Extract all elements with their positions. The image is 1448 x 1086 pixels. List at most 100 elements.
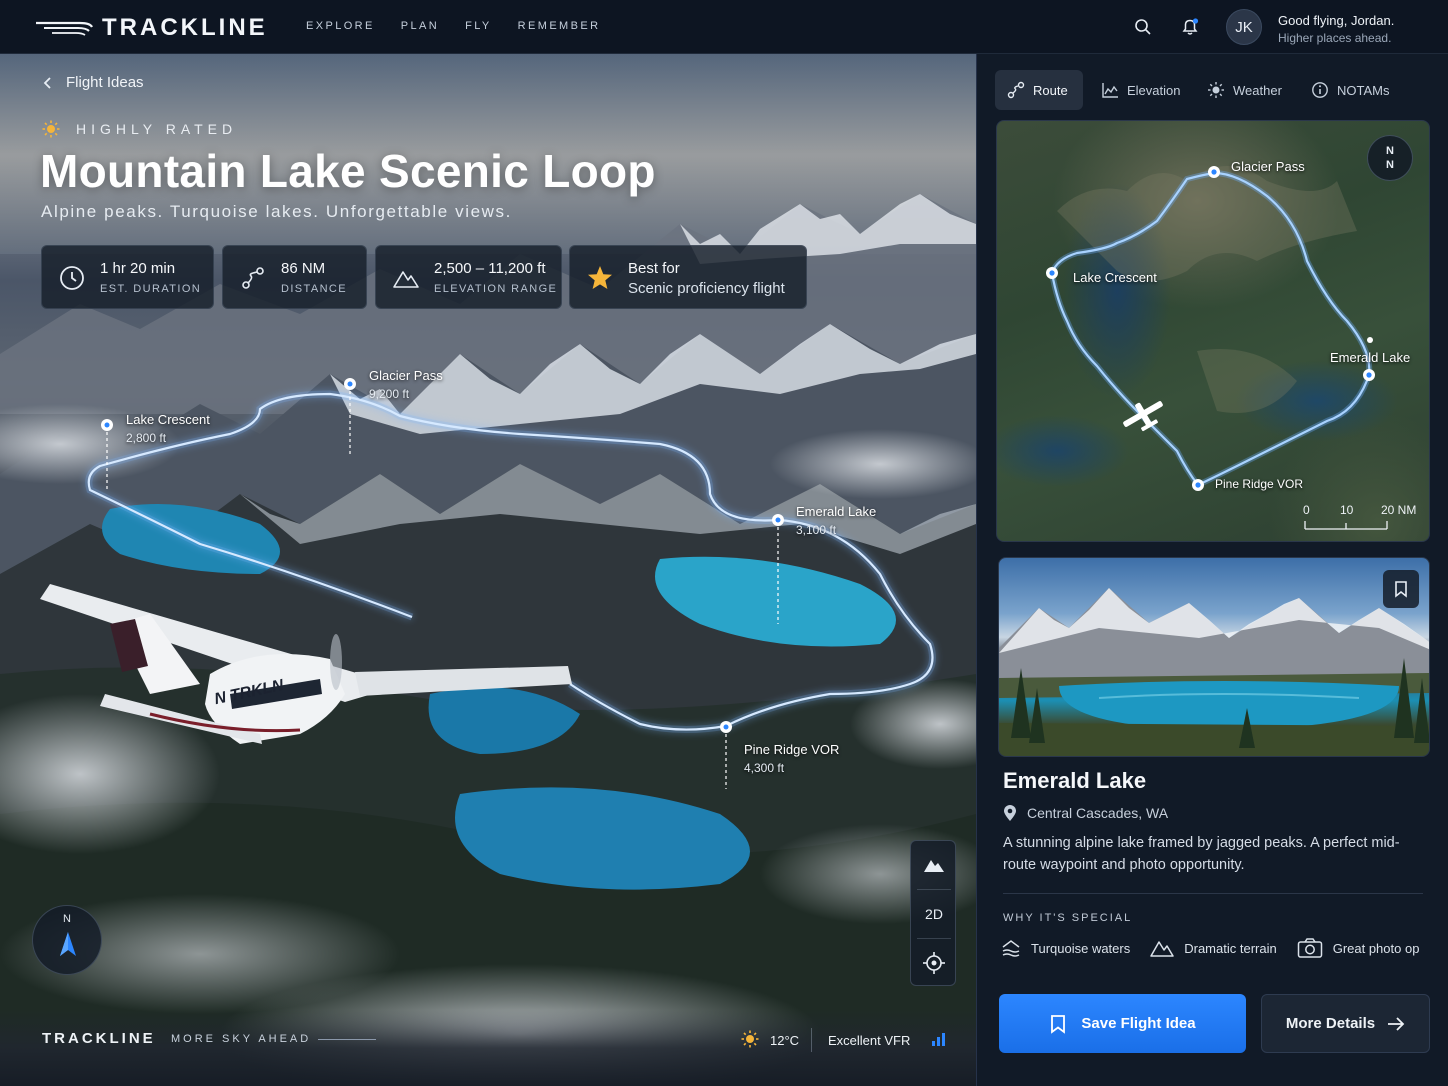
search-icon: [1135, 19, 1151, 35]
minimap-route: [1046, 166, 1388, 530]
signal-bars-icon: [932, 1033, 945, 1046]
tab-weather[interactable]: Weather: [1195, 70, 1299, 110]
waypoint-name: Emerald Lake: [796, 504, 877, 519]
page-title: Mountain Lake Scenic Loop: [40, 145, 656, 197]
rating-badge: HIGHLY RATED: [42, 120, 237, 138]
back-link[interactable]: Flight Ideas: [42, 74, 144, 91]
hero-footer: TRACKLINE MORE SKY AHEAD 12°C Excellent …: [0, 1010, 976, 1086]
nav-explore[interactable]: EXPLORE: [306, 20, 375, 32]
route-icon: [242, 267, 264, 289]
stat-elevation: 2,500 – 11,200 ft ELEVATION RANGE: [375, 245, 562, 309]
greeting-text: Good flying, Jordan.: [1278, 13, 1395, 28]
section-divider: [1003, 893, 1423, 894]
waypoint-altitude: 2,800 ft: [126, 431, 167, 445]
notifications-button[interactable]: [1177, 14, 1203, 40]
terrain-icon: [924, 860, 944, 872]
flight-conditions: Excellent VFR: [828, 1033, 911, 1048]
footer-brand: TRACKLINE: [42, 1030, 156, 1047]
stat-value: Best for: [628, 260, 680, 277]
page-subtitle: Alpine peaks. Turquoise lakes. Unforgett…: [41, 202, 512, 221]
tab-elevation[interactable]: Elevation: [1089, 70, 1195, 110]
stat-label: DISTANCE: [281, 283, 348, 295]
footer-divider: [811, 1028, 812, 1052]
nav-fly[interactable]: FLY: [465, 20, 492, 32]
waypoint-lake-crescent[interactable]: Lake Crescent 2,800 ft: [126, 411, 210, 447]
location-photo[interactable]: [998, 557, 1430, 757]
tab-notams[interactable]: NOTAMs: [1299, 70, 1403, 110]
location-description: A stunning alpine lake framed by jagged …: [1003, 835, 1400, 873]
greeting-subtext: Higher places ahead.: [1278, 31, 1392, 45]
main-nav: EXPLORE PLAN FLY REMEMBER: [306, 20, 600, 32]
bell-icon: [1182, 18, 1199, 35]
star-icon: [588, 266, 612, 289]
bookmark-icon: [1051, 1014, 1066, 1034]
brand-logo[interactable]: TRACKLINE: [34, 14, 268, 42]
footer-tagline: MORE SKY AHEAD: [171, 1033, 312, 1045]
minimap-label-emerald-lake: Emerald Lake: [1330, 350, 1411, 365]
waypoint-name: Glacier Pass: [369, 368, 443, 383]
location-title: Emerald Lake: [1003, 768, 1147, 793]
scale-tick: 20 NM: [1381, 503, 1417, 517]
panel-tabs: Route Elevation Weather NOTAMs: [995, 70, 1431, 110]
stat-duration: 1 hr 20 min EST. DURATION: [41, 245, 214, 309]
compass-north-label: N: [63, 913, 71, 925]
locate-button[interactable]: [911, 939, 957, 987]
north-label: N: [1386, 145, 1394, 157]
sun-icon: [1208, 82, 1224, 98]
locate-icon: [923, 952, 945, 974]
bookmark-photo-button[interactable]: [1383, 570, 1419, 608]
elevation-chart-icon: [1102, 83, 1118, 98]
feature-item: Turquoise waters: [1001, 937, 1130, 959]
hero-map-view[interactable]: Flight Ideas HIGHLY RATED Mountain Lake …: [0, 54, 976, 1086]
north-label: N: [1386, 159, 1394, 171]
waypoint-glacier-pass[interactable]: Glacier Pass 9,200 ft: [369, 367, 443, 403]
more-button-label: More Details: [1285, 1015, 1376, 1032]
footer-rule: [318, 1039, 376, 1040]
waves-icon: [1002, 940, 1020, 957]
info-icon: [1312, 82, 1328, 98]
feature-label: Turquoise waters: [1031, 940, 1131, 956]
top-bar: TRACKLINE EXPLORE PLAN FLY REMEMBER JK G…: [0, 0, 1448, 54]
save-button-label: Save Flight Idea: [1081, 1015, 1196, 1032]
nav-remember[interactable]: REMEMBER: [518, 20, 601, 32]
back-label: Flight Ideas: [66, 74, 144, 91]
arrow-right-icon: [1388, 1016, 1405, 1031]
mountain-icon: [1150, 941, 1174, 957]
view-2d-button[interactable]: 2D: [911, 890, 957, 938]
clock-icon: [60, 266, 84, 290]
compass[interactable]: N: [32, 905, 102, 975]
stat-distance: 86 NM DISTANCE: [222, 245, 367, 309]
greeting: Good flying, Jordan. Higher places ahead…: [1278, 13, 1438, 45]
detail-panel: Route Elevation Weather NOTAMs Glacier P…: [976, 54, 1448, 1086]
map-pin-icon: [1004, 805, 1016, 821]
camera-icon: [1297, 938, 1322, 958]
stat-value: 86 NM: [281, 260, 326, 277]
minimap-scale: 0 10 20 NM: [1303, 503, 1423, 533]
waypoint-name: Lake Crescent: [126, 412, 210, 427]
waypoint-emerald-lake[interactable]: Emerald Lake 3,100 ft: [796, 503, 876, 539]
sun-icon: [42, 120, 60, 138]
more-details-button[interactable]: More Details: [1261, 994, 1430, 1053]
nav-plan[interactable]: PLAN: [401, 20, 439, 32]
minimap-north-indicator[interactable]: N N: [1367, 135, 1413, 181]
waypoint-pine-ridge-vor[interactable]: Pine Ridge VOR 4,300 ft: [744, 741, 839, 777]
save-flight-idea-button[interactable]: Save Flight Idea: [999, 994, 1246, 1053]
chevron-left-icon: [43, 76, 51, 89]
waypoint-altitude: 4,300 ft: [744, 761, 785, 775]
tab-label: NOTAMs: [1337, 82, 1390, 98]
stat-value: 1 hr 20 min: [100, 260, 176, 277]
waypoint-name: Pine Ridge VOR: [744, 742, 840, 757]
stat-label: Scenic proficiency flight: [628, 280, 785, 297]
search-button[interactable]: [1130, 14, 1156, 40]
lake-photo-illustration: [999, 588, 1429, 756]
tab-label: Elevation: [1127, 82, 1181, 98]
route-minimap[interactable]: Glacier Pass Lake Crescent Emerald Lake …: [996, 120, 1430, 542]
location-place-text: Central Cascades, WA: [1027, 805, 1169, 821]
minimap-label-lake-crescent: Lake Crescent: [1073, 270, 1157, 285]
avatar[interactable]: JK: [1226, 9, 1262, 45]
stat-label: EST. DURATION: [100, 283, 202, 295]
terrain-toggle-button[interactable]: [911, 841, 957, 889]
waypoint-altitude: 3,100 ft: [796, 523, 837, 537]
tab-label: Route: [1033, 82, 1068, 98]
tab-route[interactable]: Route: [995, 70, 1083, 110]
